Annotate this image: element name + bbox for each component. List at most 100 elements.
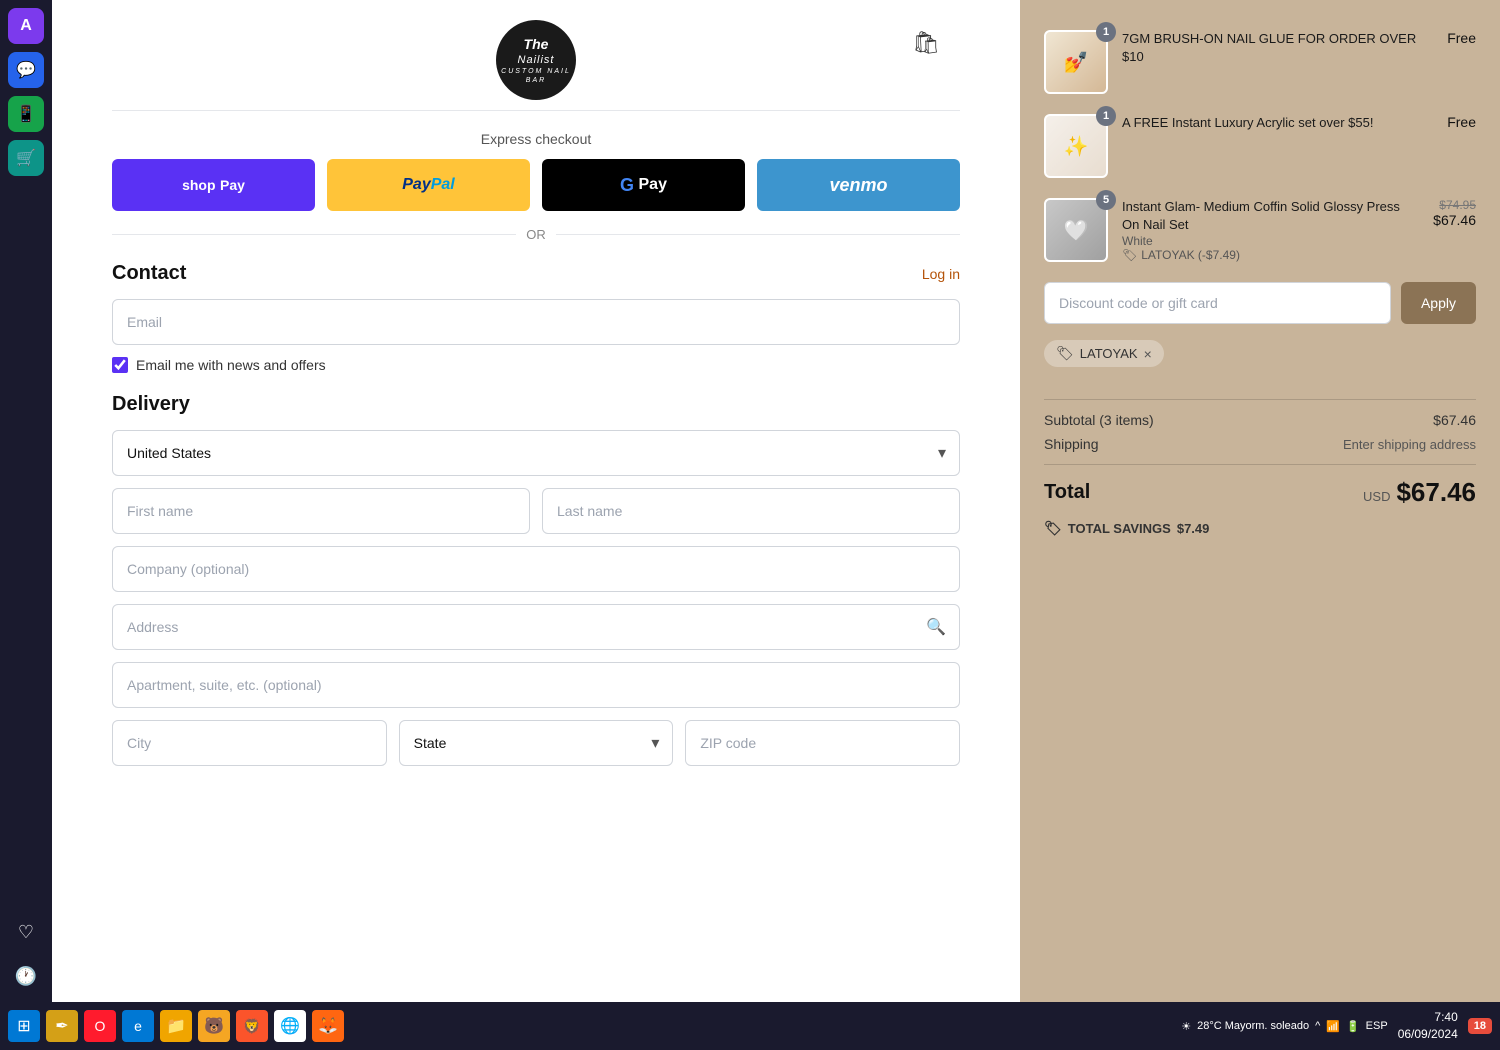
name-row xyxy=(112,488,960,546)
email-input[interactable] xyxy=(112,299,960,345)
discount-row: Apply xyxy=(1044,282,1476,324)
last-name-input[interactable] xyxy=(542,488,960,534)
item-image-nails: 🤍 xyxy=(1044,198,1108,262)
state-select[interactable]: State Alabama Alaska Arizona California … xyxy=(399,720,674,766)
newsletter-label[interactable]: Email me with news and offers xyxy=(136,357,326,373)
subtotal-row: Subtotal (3 items) $67.46 xyxy=(1044,412,1476,428)
clock: 7:40 06/09/2024 xyxy=(1398,1009,1458,1043)
clock-date: 06/09/2024 xyxy=(1398,1026,1458,1043)
item-name-nails: Instant Glam- Medium Coffin Solid Glossy… xyxy=(1122,198,1419,234)
battery-icon: 🔋 xyxy=(1346,1020,1360,1033)
or-divider: OR xyxy=(112,227,960,242)
payment-buttons: shop Pay PayPal G Pay venmo xyxy=(112,159,960,211)
shop-pay-button[interactable]: shop Pay xyxy=(112,159,315,211)
apartment-input[interactable] xyxy=(112,662,960,708)
shipping-value: Enter shipping address xyxy=(1343,437,1476,452)
address-form-group: 🔍 xyxy=(112,604,960,650)
order-summary: 💅 1 7GM BRUSH-ON NAIL GLUE FOR ORDER OVE… xyxy=(1020,0,1500,1002)
apartment-form-group xyxy=(112,662,960,708)
total-label: Total xyxy=(1044,481,1090,504)
newsletter-checkbox[interactable] xyxy=(112,357,128,373)
subtotal-value: $67.46 xyxy=(1433,412,1476,428)
summary-divider-2 xyxy=(1044,464,1476,465)
taskbar-chrome-icon[interactable]: 🌐 xyxy=(274,1010,306,1042)
item-variant-nails: White xyxy=(1122,234,1419,248)
sidebar: A 💬 📱 🛒 ♡ 🕐 xyxy=(0,0,52,1002)
language-label: ESP xyxy=(1366,1020,1388,1032)
google-pay-button[interactable]: G Pay xyxy=(542,159,745,211)
savings-label: TOTAL SAVINGS xyxy=(1068,521,1171,536)
paypal-button[interactable]: PayPal xyxy=(327,159,530,211)
summary-divider-1 xyxy=(1044,399,1476,400)
taskbar: ⊞ ✒ O e 📁 🐻 🦁 🌐 🦊 ☀ 28°C Mayorm. soleado… xyxy=(0,1002,1500,1050)
zip-input[interactable] xyxy=(685,720,960,766)
log-in-link[interactable]: Log in xyxy=(922,266,960,282)
delivery-section: Delivery United States ▾ xyxy=(112,393,960,778)
venmo-button[interactable]: venmo xyxy=(757,159,960,211)
store-header: The Nailist CUSTOM NAIL BAR 🛍 xyxy=(112,0,960,111)
coupon-tag: 🏷 LATOYAK × xyxy=(1044,340,1164,367)
taskbar-right: ☀ 28°C Mayorm. soleado ^ 📶 🔋 ESP 7:40 06… xyxy=(1181,1009,1492,1043)
taskbar-bear-icon[interactable]: 🐻 xyxy=(198,1010,230,1042)
notification-badge[interactable]: 18 xyxy=(1468,1018,1492,1034)
total-amount: $67.46 xyxy=(1396,477,1476,508)
email-form-group xyxy=(112,299,960,345)
active-coupon-container: 🏷 LATOYAK × xyxy=(1044,340,1476,383)
sidebar-icon-whatsapp[interactable]: 📱 xyxy=(8,96,44,132)
sidebar-icon-messenger[interactable]: 💬 xyxy=(8,52,44,88)
taskbar-opera-icon[interactable]: O xyxy=(84,1010,116,1042)
section-header: Contact Log in xyxy=(112,262,960,285)
weather-text: 28°C Mayorm. soleado xyxy=(1197,1020,1309,1032)
company-input[interactable] xyxy=(112,546,960,592)
item-price-original-nails: $74.95 xyxy=(1433,198,1476,212)
country-form-group: United States ▾ xyxy=(112,430,960,476)
item-image-nail-glue: 💅 xyxy=(1044,30,1108,94)
sidebar-heart-icon[interactable]: ♡ xyxy=(8,914,44,950)
coupon-remove-button[interactable]: × xyxy=(1144,346,1152,362)
address-input[interactable] xyxy=(112,604,960,650)
item-price-nails: $74.95 $67.46 xyxy=(1433,198,1476,228)
taskbar-left: ⊞ ✒ O e 📁 🐻 🦁 🌐 🦊 xyxy=(8,1010,344,1042)
company-form-group xyxy=(112,546,960,592)
taskbar-edge-icon[interactable]: e xyxy=(122,1010,154,1042)
apply-button[interactable]: Apply xyxy=(1401,282,1476,324)
network-icon: ^ xyxy=(1315,1020,1320,1032)
item-image-wrapper-nails: 🤍 5 xyxy=(1044,198,1108,262)
cart-icon[interactable]: 🛍 xyxy=(912,30,940,56)
savings-amount: $7.49 xyxy=(1177,521,1210,536)
express-checkout-label: Express checkout xyxy=(112,131,960,147)
contact-section: Contact Log in Email me with news and of… xyxy=(112,262,960,373)
item-discount-nails: 🏷 LATOYAK (-$7.49) xyxy=(1122,248,1419,262)
sidebar-history-icon[interactable]: 🕐 xyxy=(8,958,44,994)
city-state-zip-row: State Alabama Alaska Arizona California … xyxy=(112,720,960,778)
shipping-row: Shipping Enter shipping address xyxy=(1044,436,1476,452)
taskbar-firefox-icon[interactable]: 🦊 xyxy=(312,1010,344,1042)
newsletter-row: Email me with news and offers xyxy=(112,357,960,373)
item-details-nails: Instant Glam- Medium Coffin Solid Glossy… xyxy=(1122,198,1419,262)
total-value-container: USD $67.46 xyxy=(1363,477,1476,508)
item-price-nail-glue: Free xyxy=(1447,30,1476,46)
country-select[interactable]: United States xyxy=(112,430,960,476)
item-price-free-acrylic: Free xyxy=(1447,114,1476,130)
item-price-free-nail-glue: Free xyxy=(1447,30,1476,46)
state-form-group: State Alabama Alaska Arizona California … xyxy=(399,720,674,766)
taskbar-brave-icon[interactable]: 🦁 xyxy=(236,1010,268,1042)
savings-row: 🏷 TOTAL SAVINGS $7.49 xyxy=(1044,520,1476,537)
start-button[interactable]: ⊞ xyxy=(8,1010,40,1042)
sidebar-icon-arcadia[interactable]: A xyxy=(8,8,44,44)
last-name-group xyxy=(542,488,960,534)
wifi-icon: 📶 xyxy=(1326,1020,1340,1033)
taskbar-pen-icon[interactable]: ✒ xyxy=(46,1010,78,1042)
taskbar-files-icon[interactable]: 📁 xyxy=(160,1010,192,1042)
item-details-nail-glue: 7GM BRUSH-ON NAIL GLUE FOR ORDER OVER $1… xyxy=(1122,30,1433,66)
coupon-icon: 🏷 xyxy=(1056,345,1074,362)
item-badge-nail-glue: 1 xyxy=(1096,22,1116,42)
country-select-wrapper: United States ▾ xyxy=(112,430,960,476)
express-checkout: Express checkout shop Pay PayPal G Pay v… xyxy=(112,131,960,242)
first-name-input[interactable] xyxy=(112,488,530,534)
discount-input[interactable] xyxy=(1044,282,1391,324)
city-input[interactable] xyxy=(112,720,387,766)
sidebar-icon-appstore[interactable]: 🛒 xyxy=(8,140,44,176)
shipping-label: Shipping xyxy=(1044,436,1099,452)
item-details-acrylic: A FREE Instant Luxury Acrylic set over $… xyxy=(1122,114,1433,132)
